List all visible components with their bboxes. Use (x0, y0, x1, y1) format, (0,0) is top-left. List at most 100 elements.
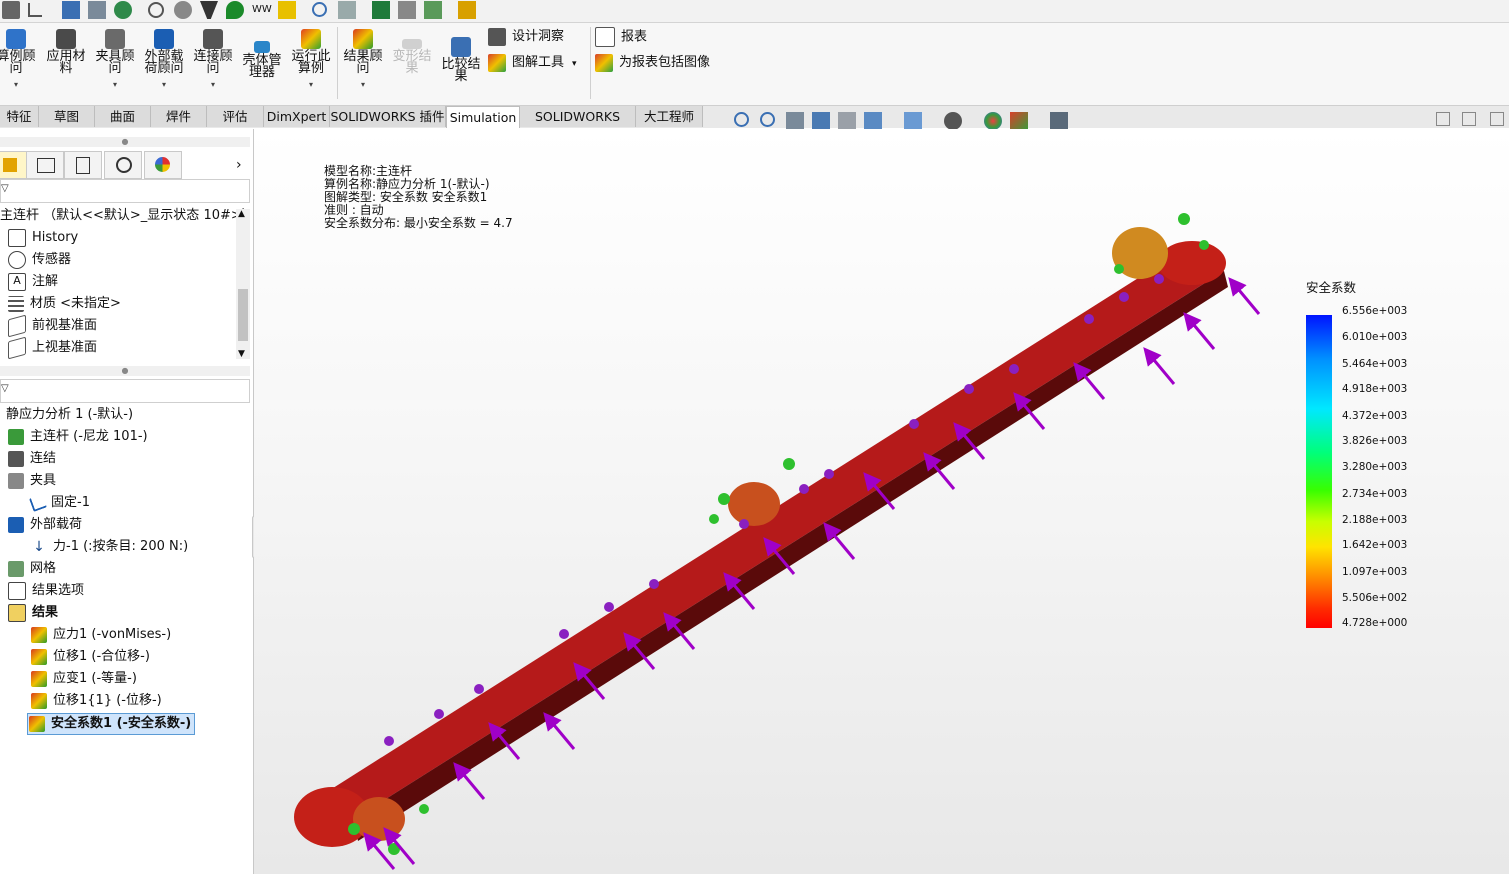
funnel-icon[interactable] (200, 1, 218, 19)
tab-solidworks-addins[interactable]: SOLIDWORKS 插件 (330, 106, 446, 127)
chevron-down-icon[interactable]: ▼ (238, 349, 245, 359)
feature-filter-input[interactable]: ▽ (0, 179, 250, 203)
dynamic-annotation-icon[interactable] (838, 112, 856, 130)
hide-show-icon[interactable] (944, 112, 962, 130)
connector-icon[interactable] (278, 1, 296, 19)
tab-weldments[interactable]: 焊件 (151, 106, 207, 127)
tab-configurationmanager[interactable] (64, 151, 102, 179)
tree-study[interactable]: 静应力分析 1 (-默认-) (6, 405, 133, 425)
tree-fixtures[interactable]: 夹具 (8, 471, 56, 491)
scrollbar-thumb[interactable] (238, 289, 248, 341)
tab-solidworks-mbd[interactable]: SOLIDWORKS MBD (520, 106, 636, 145)
panel-splitter[interactable]: ● (0, 366, 250, 376)
globe-icon[interactable] (114, 1, 132, 19)
zoom-to-fit-icon[interactable] (734, 112, 749, 127)
tab-sketch[interactable]: 草图 (39, 106, 95, 127)
tab-surfaces[interactable]: 曲面 (95, 106, 151, 127)
design-insight-button[interactable]: 设计洞察 (488, 27, 564, 47)
tab-displaymanager[interactable] (144, 151, 182, 179)
shell-manager-button[interactable]: 壳体管 理器 (239, 41, 285, 79)
assembly-icon[interactable] (88, 1, 106, 19)
chevron-down-icon[interactable]: ▾ (140, 79, 188, 91)
tree-load-item[interactable]: ↓ 力-1 (:按条目: 200 N:) (31, 537, 188, 557)
report-button[interactable]: 报表 (595, 27, 647, 47)
tree-mesh[interactable]: 网格 (8, 559, 56, 579)
tree-result-displacement[interactable]: 位移1 (-合位移-) (31, 647, 150, 667)
compare-results-button[interactable]: 比较结 果 (438, 37, 484, 83)
connections-advisor-button[interactable]: 连接顾 问 ▾ (190, 29, 236, 91)
tab-evaluate[interactable]: 评估 (207, 106, 264, 127)
settings-icon[interactable] (174, 1, 192, 19)
key-icon[interactable] (2, 1, 20, 19)
deformed-result-button[interactable]: 变形结 果 (389, 39, 435, 75)
excel-icon[interactable] (372, 1, 390, 19)
panel-splitter[interactable]: ● (0, 137, 250, 147)
tree-item-material[interactable]: 材质 <未指定> (8, 294, 121, 314)
chevron-down-icon[interactable]: ▾ (93, 79, 137, 91)
tree-result-displacement-2[interactable]: 位移1{1} (-位移-) (31, 691, 162, 711)
chevron-down-icon[interactable]: ▾ (340, 79, 386, 91)
spring-icon[interactable]: WW (252, 1, 272, 19)
tree-item-top-plane[interactable]: 上视基准面 (8, 336, 97, 359)
restore-icon[interactable] (1436, 112, 1450, 126)
run-study-button[interactable]: 运行此 算例 ▾ (288, 29, 334, 91)
scene-icon[interactable] (1010, 112, 1028, 130)
maximize-icon[interactable] (1490, 112, 1504, 126)
monitor-icon[interactable] (62, 1, 80, 19)
tile-icon[interactable] (1462, 112, 1476, 126)
view-orientation-icon[interactable] (864, 112, 882, 130)
sketch-icon[interactable] (28, 3, 42, 17)
tree-fixture-item[interactable]: 固定-1 (29, 493, 90, 513)
tab-simulation[interactable]: Simulation (446, 106, 520, 128)
tree-result-stress[interactable]: 应力1 (-vonMises-) (31, 625, 171, 645)
apply-material-button[interactable]: 应用材 料 (44, 29, 88, 75)
section-view-icon[interactable] (812, 112, 830, 130)
chevron-down-icon[interactable]: ▾ (572, 59, 577, 69)
binoculars-icon[interactable] (338, 1, 356, 19)
tree-result-strain[interactable]: 应变1 (-等量-) (31, 669, 137, 689)
plot-tools-button[interactable]: 图解工具 ▾ (488, 53, 577, 73)
image-icon[interactable] (424, 1, 442, 19)
tab-propertymanager[interactable] (26, 151, 64, 179)
print-icon[interactable] (398, 1, 416, 19)
include-image-button[interactable]: 为报表包括图像 (595, 53, 710, 73)
tab-engineer[interactable]: 大工程师 (636, 106, 703, 127)
zoom-to-area-icon[interactable] (760, 112, 775, 127)
simulation-filter-input[interactable]: ▽ (0, 379, 250, 403)
loads-advisor-button[interactable]: 外部载 荷顾问 ▾ (140, 29, 188, 91)
tab-features[interactable]: 特征 (0, 106, 39, 127)
tree-item-front-plane[interactable]: 前视基准面 (8, 314, 97, 337)
display-style-icon[interactable] (904, 112, 922, 130)
previous-view-icon[interactable] (786, 112, 804, 130)
tree-scrollbar[interactable]: ▲ ▼ (236, 209, 250, 359)
chevron-up-icon[interactable]: ▲ (238, 209, 245, 219)
tree-external-loads[interactable]: 外部载荷 (8, 515, 82, 535)
tab-dimxpertmanager[interactable] (104, 151, 142, 179)
help-icon[interactable] (458, 1, 476, 19)
view-settings-icon[interactable] (1050, 112, 1068, 130)
tree-item-history[interactable]: History (8, 228, 78, 248)
tree-item-annotations[interactable]: A 注解 (8, 272, 58, 292)
pin-icon[interactable] (226, 1, 244, 19)
tab-dimxpert[interactable]: DimXpert (264, 106, 330, 127)
fixtures-advisor-button[interactable]: 夹具顾 问 ▾ (93, 29, 137, 91)
tree-part[interactable]: 主连杆 (-尼龙 101-) (8, 427, 148, 447)
study-label: 静应力分析 1 (-默认-) (6, 407, 134, 422)
tree-item-sensors[interactable]: 传感器 (8, 250, 71, 270)
tab-featuremanager[interactable] (0, 151, 28, 179)
study-advisor-button[interactable]: 算例顾 问 ▾ (0, 29, 36, 91)
appearance-icon[interactable] (984, 112, 1002, 130)
gear-icon[interactable] (148, 2, 164, 18)
zoom-icon[interactable] (312, 2, 327, 17)
chevron-right-icon[interactable]: › (236, 157, 242, 173)
chevron-down-icon[interactable]: ▾ (190, 79, 236, 91)
chevron-down-icon[interactable]: ▾ (288, 79, 334, 91)
tree-results[interactable]: 结果 (8, 603, 58, 623)
tree-result-options[interactable]: 结果选项 (8, 581, 84, 601)
tree-root-part[interactable]: 主连杆 （默认<<默认>_显示状态 10#>） (0, 206, 255, 226)
chevron-down-icon[interactable]: ▾ (0, 79, 36, 91)
tree-connections[interactable]: 连结 (8, 449, 56, 469)
results-advisor-button[interactable]: 结果顾 问 ▾ (340, 29, 386, 91)
force-arrow (1183, 312, 1216, 350)
tree-result-factor-of-safety[interactable]: 安全系数1 (-安全系数-) (27, 713, 196, 735)
